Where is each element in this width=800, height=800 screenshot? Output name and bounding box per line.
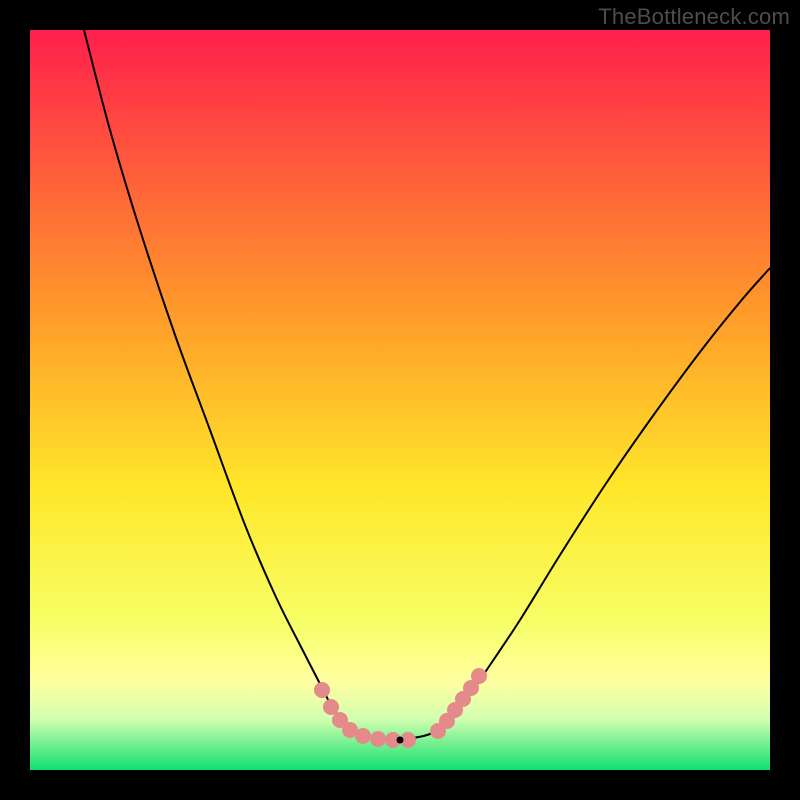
bottleneck-chart	[0, 0, 800, 800]
watermark-label: TheBottleneck.com	[598, 4, 790, 30]
marker-dot	[471, 668, 487, 684]
marker-dot	[314, 682, 330, 698]
minimum-point-icon	[397, 737, 404, 744]
chart-frame: TheBottleneck.com	[0, 0, 800, 800]
marker-dot	[370, 731, 386, 747]
plot-background	[30, 30, 770, 770]
marker-dot	[323, 699, 339, 715]
marker-dot	[355, 728, 371, 744]
